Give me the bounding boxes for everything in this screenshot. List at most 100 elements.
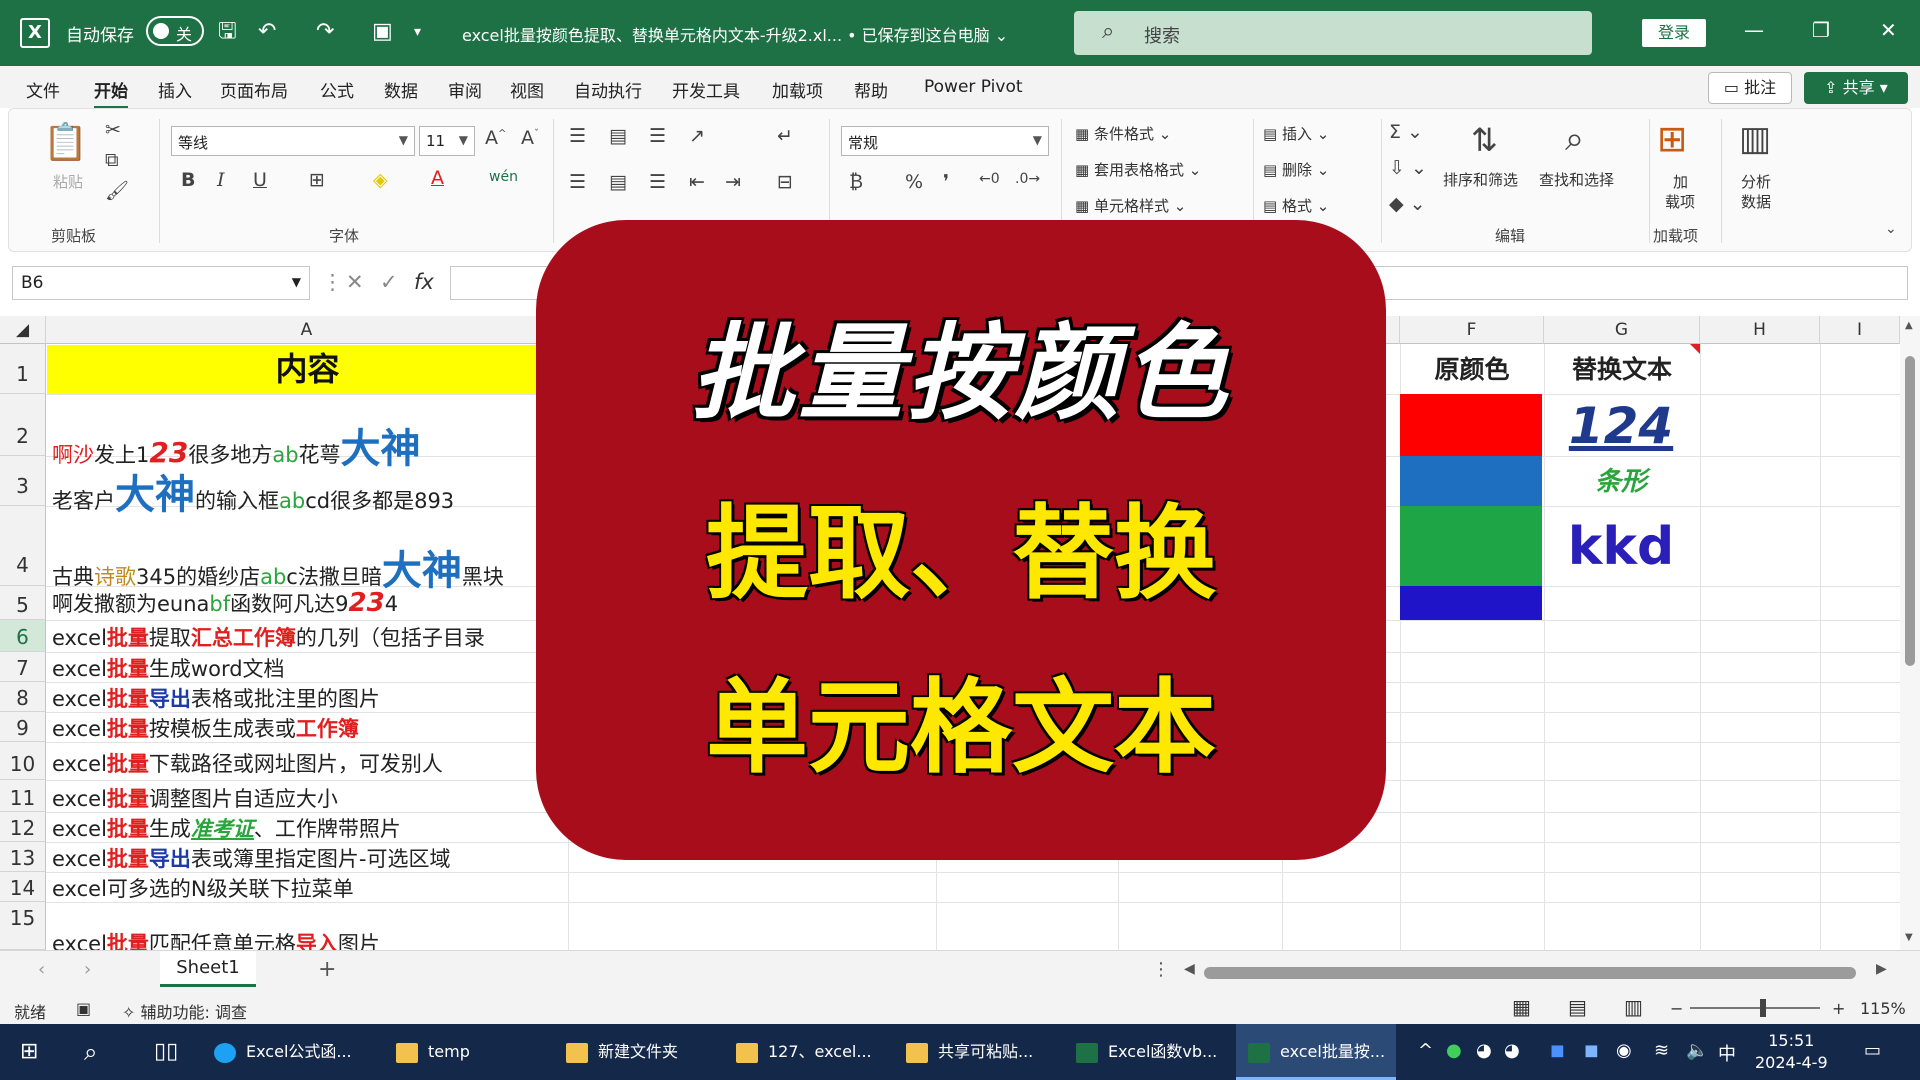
cell-g1[interactable]: 替换文本 <box>1544 345 1700 394</box>
zoom-slider[interactable] <box>1690 1007 1820 1009</box>
currency-icon[interactable]: ₿ <box>849 171 863 194</box>
phonetic-icon[interactable]: wén <box>489 169 518 185</box>
bold-icon[interactable]: B <box>181 169 195 191</box>
tab-automate[interactable]: 自动执行 <box>574 77 642 102</box>
tab-view[interactable]: 视图 <box>510 77 544 102</box>
volume-icon[interactable]: 🔈 <box>1686 1040 1708 1061</box>
cell-g2[interactable]: 124 <box>1544 396 1698 456</box>
align-right-icon[interactable]: ☰ <box>649 171 666 193</box>
font-name-select[interactable]: 等线 ▼ <box>171 126 415 156</box>
page-break-view-icon[interactable]: ▥ <box>1624 995 1643 1019</box>
taskbar-item-127[interactable]: 127、excel... <box>736 1024 872 1080</box>
cell-a14[interactable]: excel可多选的N级关联下拉菜单 <box>52 873 354 903</box>
cell-a13[interactable]: excel批量导出表或簿里指定图片-可选区域 <box>52 843 451 873</box>
percent-icon[interactable]: % <box>905 171 923 193</box>
row-header-15[interactable]: 15 <box>0 902 46 950</box>
row-header-9[interactable]: 9 <box>0 712 46 742</box>
wechat-icon[interactable]: ● <box>1446 1040 1462 1061</box>
scroll-down-icon[interactable]: ▼ <box>1905 932 1913 943</box>
addins-label-2[interactable]: 载项 <box>1665 191 1695 212</box>
cell-a5[interactable]: 啊发撒额为eunabf函数阿凡达9234 <box>52 588 398 618</box>
scroll-left-icon[interactable]: ◀ <box>1184 961 1195 977</box>
ime-indicator[interactable]: 中 <box>1718 1040 1736 1066</box>
align-left-icon[interactable]: ☰ <box>569 171 586 193</box>
find-select-icon[interactable]: ⌕ <box>1565 119 1584 159</box>
tab-power-pivot[interactable]: Power Pivot <box>924 77 1023 97</box>
row-header-14[interactable]: 14 <box>0 872 46 902</box>
column-header-h[interactable]: H <box>1700 316 1820 344</box>
add-sheet-button[interactable]: + <box>318 957 336 982</box>
start-icon[interactable]: ⊞ <box>20 1024 38 1080</box>
tab-file[interactable]: 文件 <box>26 77 60 102</box>
increase-indent-icon[interactable]: ⇥ <box>725 171 741 193</box>
column-header-g[interactable]: G <box>1544 316 1700 344</box>
horizontal-scroll-thumb[interactable] <box>1204 967 1856 979</box>
taskbar-item-excel-vba[interactable]: Excel函数vb... <box>1076 1024 1217 1080</box>
cell-a6[interactable]: excel批量提取汇总工作簿的几列（包括子目录 <box>52 622 485 652</box>
tab-home[interactable]: 开始 <box>94 77 128 109</box>
task-view-icon[interactable]: ▯▯ <box>154 1024 178 1080</box>
select-all-corner[interactable]: ◢ <box>0 316 46 344</box>
delete-cells-button[interactable]: ▤ 删除 ⌄ <box>1263 159 1329 180</box>
taskbar-item-new-folder[interactable]: 新建文件夹 <box>566 1024 678 1080</box>
more-icon[interactable]: ⋮ <box>1152 959 1170 980</box>
align-middle-icon[interactable]: ▤ <box>609 125 627 147</box>
clear-icon[interactable]: ◆ ⌄ <box>1389 193 1426 215</box>
taskbar-item-share[interactable]: 共享可粘贴... <box>906 1024 1033 1080</box>
merge-center-icon[interactable]: ⊟ <box>777 171 793 193</box>
table-format-button[interactable]: ▦ 套用表格格式 ⌄ <box>1075 159 1201 180</box>
cut-icon[interactable]: ✂ <box>105 119 121 141</box>
customize-quick-access-icon[interactable]: ▾ <box>414 18 421 46</box>
zoom-out-icon[interactable]: − <box>1670 999 1683 1018</box>
form-icon[interactable]: ▣ <box>372 18 393 46</box>
next-sheet-icon[interactable]: › <box>84 959 91 980</box>
addins-label-1[interactable]: 加 <box>1673 171 1688 192</box>
zoom-level[interactable]: 115% <box>1860 999 1906 1018</box>
cell-a12[interactable]: excel批量生成准考证、工作牌带照片 <box>52 813 401 843</box>
decrease-decimal-icon[interactable]: .0→ <box>1015 171 1040 187</box>
sort-filter-icon[interactable]: ⇅ <box>1471 121 1498 159</box>
color-swatch-f4[interactable] <box>1400 506 1542 586</box>
row-header-5[interactable]: 5 <box>0 586 46 620</box>
tab-addins[interactable]: 加载项 <box>772 77 823 102</box>
tab-data[interactable]: 数据 <box>384 77 418 102</box>
notification-icon[interactable]: ▭ <box>1864 1040 1881 1061</box>
row-header-2[interactable]: 2 <box>0 394 46 456</box>
row-header-6[interactable]: 6 <box>0 620 46 652</box>
copy-icon[interactable]: ⧉ <box>105 149 119 171</box>
cell-a8[interactable]: excel批量导出表格或批注里的图片 <box>52 683 380 713</box>
addins-icon[interactable]: ⊞ <box>1657 119 1687 160</box>
cell-a9[interactable]: excel批量按模板生成表或工作簿 <box>52 713 359 743</box>
insert-cells-button[interactable]: ▤ 插入 ⌄ <box>1263 123 1329 144</box>
tab-page-layout[interactable]: 页面布局 <box>220 77 288 102</box>
color-swatch-f3[interactable] <box>1400 456 1542 506</box>
name-box[interactable]: B6 ▼ <box>12 266 310 300</box>
color-swatch-f5[interactable] <box>1400 586 1542 620</box>
tab-formulas[interactable]: 公式 <box>320 77 354 102</box>
cell-a1[interactable]: 内容 <box>47 345 568 394</box>
fill-icon[interactable]: ⇩ ⌄ <box>1389 157 1427 179</box>
app-tray-icon[interactable]: ◼ <box>1584 1040 1599 1061</box>
format-cells-button[interactable]: ▤ 格式 ⌄ <box>1263 195 1329 216</box>
search-box[interactable]: ⌕ 搜索 <box>1074 11 1592 55</box>
paste-icon[interactable]: 📋 <box>43 121 88 163</box>
autosum-icon[interactable]: Σ ⌄ <box>1389 121 1423 143</box>
redo-icon[interactable]: ↷ <box>316 18 334 46</box>
align-bottom-icon[interactable]: ☰ <box>649 125 666 147</box>
enter-icon[interactable]: ✓ <box>380 270 398 294</box>
close-icon[interactable]: ✕ <box>1880 18 1897 42</box>
tab-review[interactable]: 审阅 <box>448 77 482 102</box>
app-tray-icon[interactable]: ◉ <box>1616 1040 1632 1061</box>
minimize-icon[interactable]: — <box>1744 18 1764 42</box>
macro-record-icon[interactable]: ▣ <box>76 999 91 1018</box>
italic-icon[interactable]: I <box>217 169 225 191</box>
row-header-12[interactable]: 12 <box>0 812 46 842</box>
cell-g3[interactable]: 条形 <box>1544 458 1698 506</box>
tab-insert[interactable]: 插入 <box>158 77 192 102</box>
cancel-icon[interactable]: ✕ <box>346 270 364 294</box>
vertical-scroll-thumb[interactable] <box>1905 356 1915 666</box>
scroll-right-icon[interactable]: ▶ <box>1876 961 1887 977</box>
comma-style-icon[interactable]: ❜ <box>943 171 949 193</box>
decrease-font-icon[interactable]: Aˇ <box>521 127 539 149</box>
align-top-icon[interactable]: ☰ <box>569 125 586 147</box>
